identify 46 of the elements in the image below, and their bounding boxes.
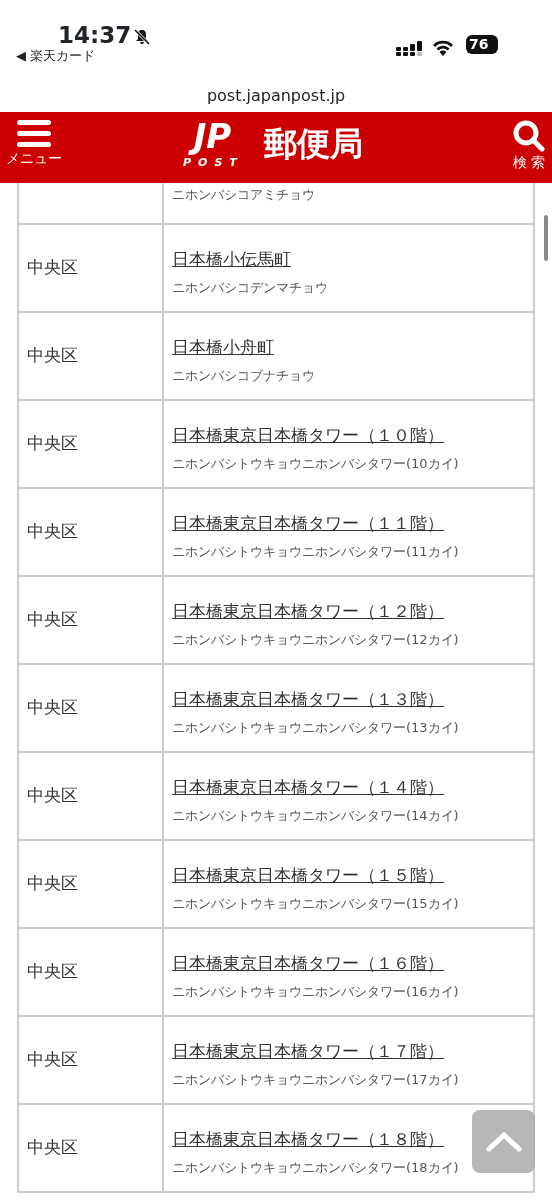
town-link[interactable]: 日本橋東京日本橋タワー（１３階）: [172, 686, 444, 712]
ward-cell-text: 中央区: [27, 1136, 78, 1160]
chevron-up-icon: [485, 1131, 522, 1152]
town-reading: ニホンバシトウキョウニホンバシタワー(14カイ): [172, 807, 460, 825]
town-reading: ニホンバシトウキョウニホンバシタワー(10カイ): [172, 455, 460, 473]
town-reading: ニホンバシコデンマチョウ: [172, 279, 329, 297]
town-reading: ニホンバシトウキョウニホンバシタワー(16カイ): [172, 983, 460, 1001]
ward-cell-text: 中央区: [27, 960, 78, 984]
town-link[interactable]: 日本橋東京日本橋タワー（１５階）: [172, 862, 444, 888]
ward-cell-text: 中央区: [27, 432, 78, 456]
search-icon: [512, 120, 546, 152]
ward-cell-text: 中央区: [27, 256, 78, 280]
search-button[interactable]: 検 索: [512, 120, 546, 173]
town-link[interactable]: 日本橋東京日本橋タワー（１１階）: [172, 510, 444, 536]
ward-cell-text: 中央区: [27, 344, 78, 368]
town-link[interactable]: 日本橋小舟町: [172, 334, 274, 360]
town-link[interactable]: 日本橋東京日本橋タワー（１７階）: [172, 1038, 444, 1064]
logo-subtitle: POST: [183, 156, 244, 170]
site-name: 郵便局: [263, 123, 363, 166]
town-link[interactable]: 日本橋東京日本橋タワー（１４階）: [172, 774, 444, 800]
town-reading: ニホンバシコブナチョウ: [172, 367, 316, 385]
town-link[interactable]: 日本橋東京日本橋タワー（１８階）: [172, 1126, 444, 1152]
town-link[interactable]: 日本橋小伝馬町: [172, 246, 291, 272]
town-link[interactable]: 日本橋東京日本橋タワー（１０階）: [172, 422, 444, 448]
town-link[interactable]: 日本橋東京日本橋タワー（１６階）: [172, 950, 444, 976]
town-reading: ニホンバシトウキョウニホンバシタワー(18カイ): [172, 1159, 460, 1177]
logo-mark: JP: [189, 118, 238, 156]
town-reading: ニホンバシトウキョウニホンバシタワー(13カイ): [172, 719, 460, 737]
scrollbar[interactable]: [544, 215, 548, 261]
back-to-top-button[interactable]: [472, 1110, 535, 1173]
ward-cell-text: 中央区: [27, 696, 78, 720]
ward-cell-text: 中央区: [27, 784, 78, 808]
ward-cell-text: 中央区: [27, 1048, 78, 1072]
town-reading: ニホンバシトウキョウニホンバシタワー(12カイ): [172, 631, 460, 649]
town-reading: ニホンバシトウキョウニホンバシタワー(11カイ): [172, 543, 460, 561]
battery-level: 76: [466, 35, 498, 54]
menu-icon: [17, 120, 51, 148]
menu-button[interactable]: メニュー: [6, 120, 62, 169]
ward-cell-text: 中央区: [27, 608, 78, 632]
town-reading: ニホンバシコアミチョウ: [172, 186, 316, 204]
ward-cell-text: 中央区: [27, 520, 78, 544]
address-bar[interactable]: post.japanpost.jp: [0, 80, 552, 112]
ward-cell-text: 中央区: [27, 872, 78, 896]
town-link[interactable]: 日本橋東京日本橋タワー（１２階）: [172, 598, 444, 624]
town-reading: ニホンバシトウキョウニホンバシタワー(15カイ): [172, 895, 460, 913]
town-reading: ニホンバシトウキョウニホンバシタワー(17カイ): [172, 1071, 460, 1089]
